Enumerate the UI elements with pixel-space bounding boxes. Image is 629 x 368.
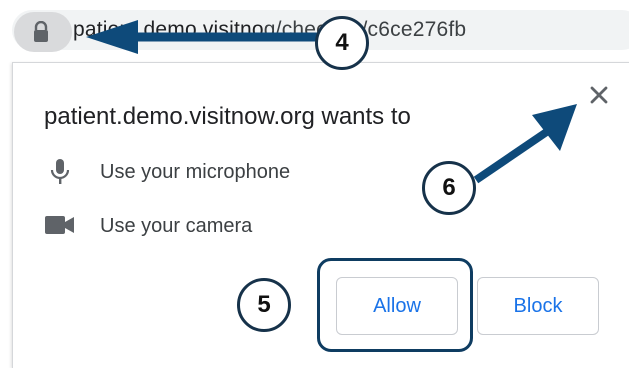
callout-5: 5	[237, 278, 291, 332]
arrow-to-close	[473, 104, 577, 184]
arrow-to-lock	[86, 20, 318, 54]
callout-6: 6	[422, 161, 476, 215]
callout-4: 4	[315, 16, 369, 70]
annotation-arrows	[86, 20, 577, 184]
